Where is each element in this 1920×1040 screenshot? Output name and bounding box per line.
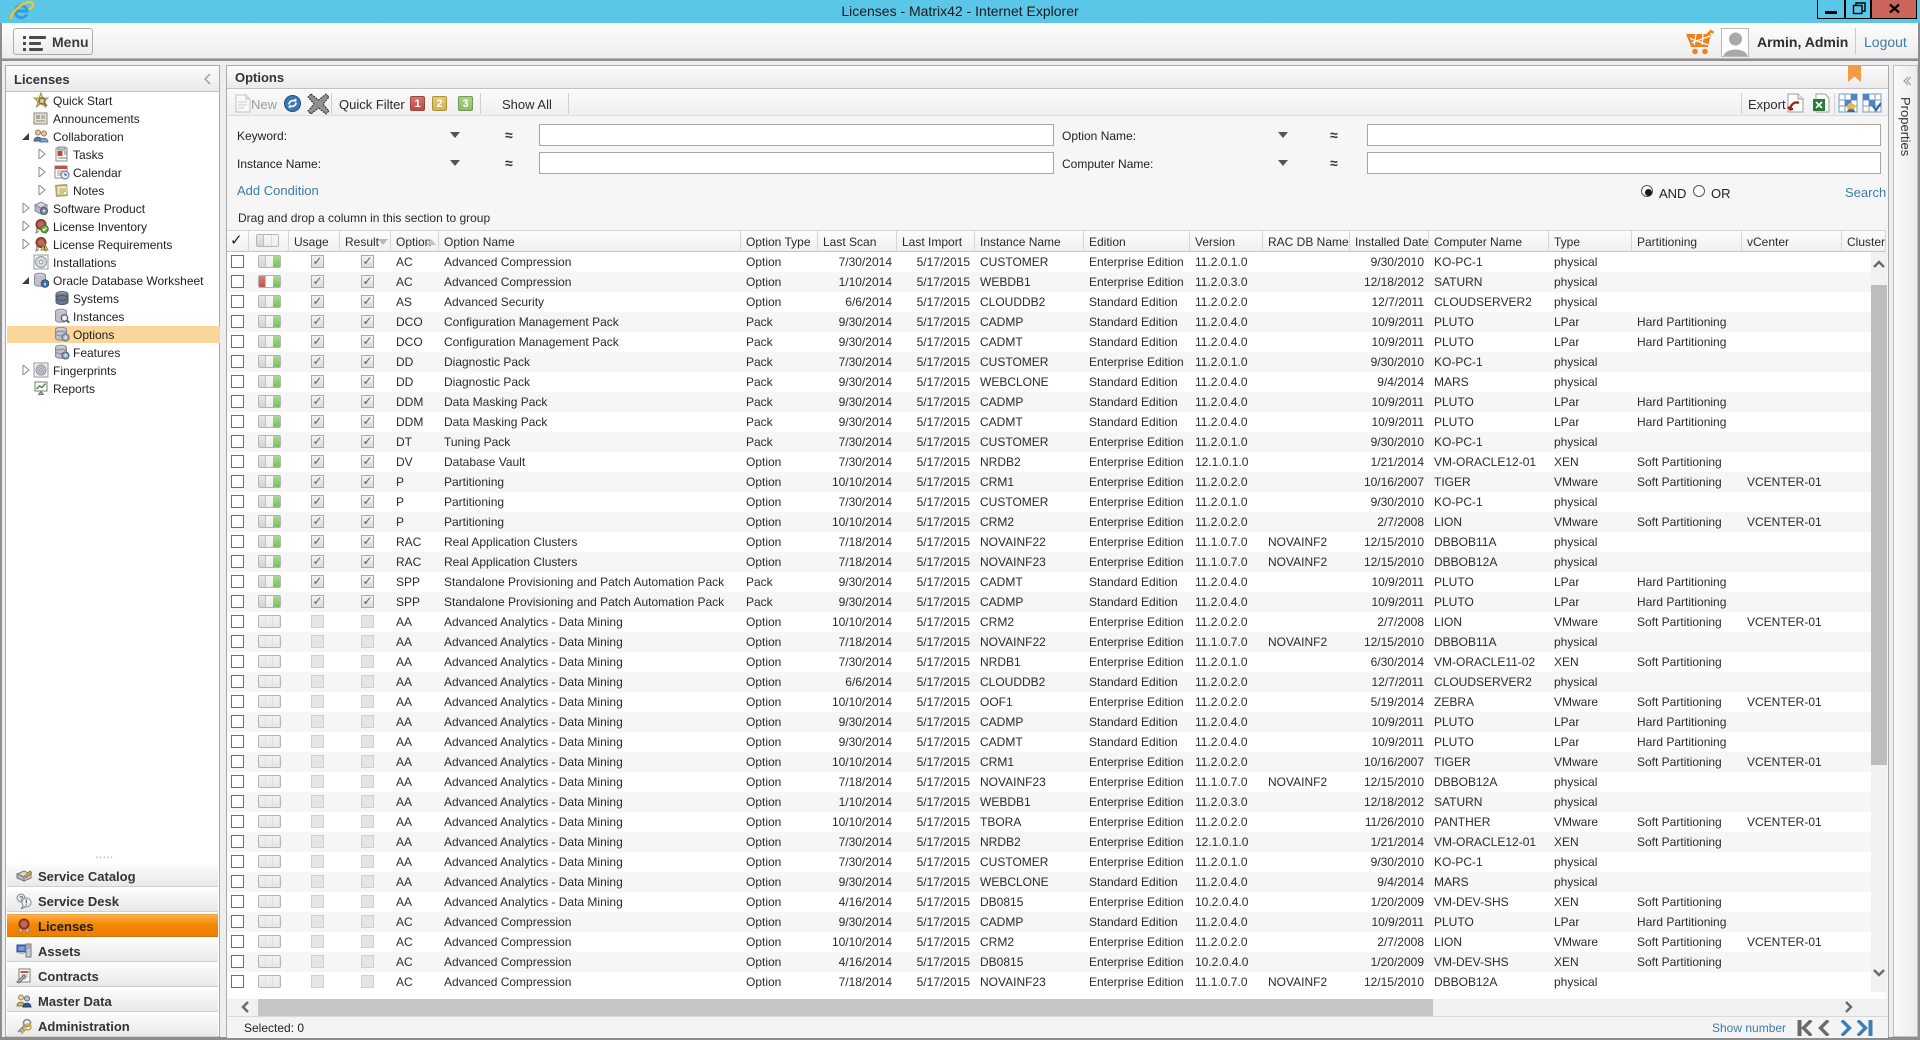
svg-text:!: !: [25, 899, 28, 908]
